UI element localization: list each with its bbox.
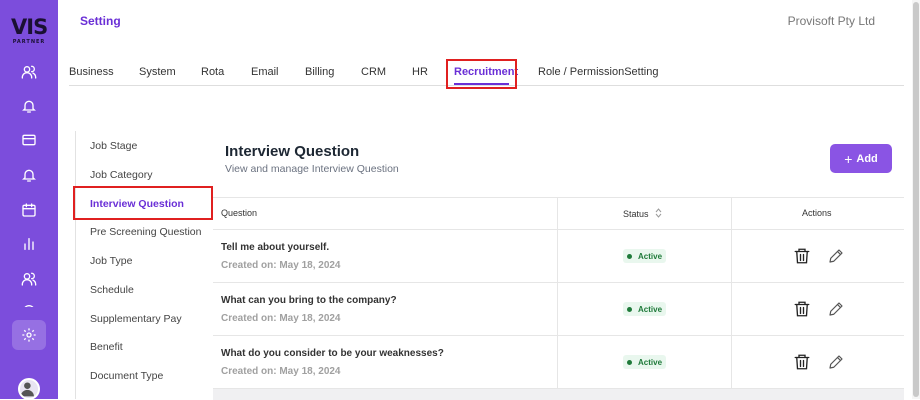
tab-billing[interactable]: Billing bbox=[305, 66, 334, 78]
sidebar: VIS PARTNER bbox=[0, 0, 58, 400]
user-avatar[interactable] bbox=[18, 378, 40, 400]
recruitment-tab-highlight bbox=[446, 59, 517, 89]
sidebar-users-icon[interactable] bbox=[17, 60, 41, 84]
sidebar-team-icon[interactable] bbox=[17, 267, 41, 291]
tab-business[interactable]: Business bbox=[69, 66, 114, 78]
header-question: Question bbox=[221, 208, 258, 218]
scrollbar-thumb[interactable] bbox=[913, 2, 919, 397]
menu-pre-screening-question[interactable]: Pre Screening Question bbox=[90, 226, 201, 238]
tab-hr[interactable]: HR bbox=[412, 66, 428, 78]
menu-job-category[interactable]: Job Category bbox=[90, 169, 152, 181]
interview-question-highlight bbox=[73, 186, 213, 220]
edit-pencil-icon[interactable] bbox=[827, 353, 845, 371]
status-label: Active bbox=[638, 304, 663, 314]
tab-crm[interactable]: CRM bbox=[361, 66, 386, 78]
sidebar-settings-gear-icon[interactable] bbox=[12, 320, 46, 350]
content-title: Interview Question bbox=[225, 143, 360, 160]
table-row: What do you consider to be your weakness… bbox=[213, 336, 904, 389]
question-created-date: Created on: May 18, 2024 bbox=[221, 313, 341, 324]
logo-subtext: PARTNER bbox=[12, 39, 46, 45]
page-scrollbar[interactable] bbox=[912, 0, 920, 399]
interview-question-table: Question Status Actions Tell me about yo… bbox=[213, 197, 904, 400]
plus-icon: + bbox=[844, 150, 853, 167]
status-badge: Active bbox=[623, 249, 667, 263]
sidebar-bar-chart-icon[interactable] bbox=[17, 232, 41, 256]
brand-logo[interactable]: VIS PARTNER bbox=[11, 15, 48, 46]
page-title: Setting bbox=[80, 14, 121, 28]
status-dot-icon bbox=[627, 253, 632, 259]
question-text: What can you bring to the company? bbox=[221, 295, 397, 306]
menu-document-type[interactable]: Document Type bbox=[90, 370, 163, 382]
sidebar-bell-icon[interactable] bbox=[17, 94, 41, 118]
question-text: Tell me about yourself. bbox=[221, 242, 330, 253]
table-row: Tell me about yourself. Created on: May … bbox=[213, 230, 904, 283]
status-label: Active bbox=[638, 251, 663, 261]
table-footer-strip bbox=[213, 389, 904, 400]
tab-role-permission[interactable]: Role / PermissionSetting bbox=[538, 66, 658, 78]
sidebar-calendar-icon[interactable] bbox=[17, 198, 41, 222]
delete-trash-icon[interactable] bbox=[793, 247, 811, 265]
status-badge: Active bbox=[623, 355, 667, 369]
menu-supplementary-pay[interactable]: Supplementary Pay bbox=[90, 313, 182, 325]
recruitment-submenu: Job Stage Job Category Interview Questio… bbox=[75, 131, 213, 399]
company-name: Provisoft Pty Ltd bbox=[787, 14, 875, 28]
menu-job-type[interactable]: Job Type bbox=[90, 255, 132, 267]
table-row: What can you bring to the company? Creat… bbox=[213, 283, 904, 336]
question-created-date: Created on: May 18, 2024 bbox=[221, 366, 341, 377]
status-dot-icon bbox=[627, 359, 632, 365]
question-text: What do you consider to be your weakness… bbox=[221, 348, 444, 359]
add-button-label: Add bbox=[856, 152, 878, 165]
add-button[interactable]: + Add bbox=[830, 144, 892, 173]
sort-icon[interactable] bbox=[655, 208, 662, 220]
table-header: Question Status Actions bbox=[213, 198, 904, 230]
header-status[interactable]: Status bbox=[623, 208, 662, 220]
tab-system[interactable]: System bbox=[139, 66, 176, 78]
header-actions: Actions bbox=[802, 208, 832, 218]
tab-email[interactable]: Email bbox=[251, 66, 279, 78]
tab-rota[interactable]: Rota bbox=[201, 66, 224, 78]
menu-schedule[interactable]: Schedule bbox=[90, 284, 134, 296]
content-subtitle: View and manage Interview Question bbox=[225, 163, 399, 175]
menu-benefit[interactable]: Benefit bbox=[90, 341, 123, 353]
delete-trash-icon[interactable] bbox=[793, 353, 811, 371]
logo-text: VIS bbox=[11, 15, 48, 39]
sidebar-credit-card-icon[interactable] bbox=[17, 128, 41, 152]
menu-job-stage[interactable]: Job Stage bbox=[90, 140, 137, 152]
sidebar-bell-icon-2[interactable] bbox=[17, 163, 41, 187]
sidebar-partial-icon[interactable] bbox=[17, 301, 41, 307]
header-status-label: Status bbox=[623, 209, 649, 219]
delete-trash-icon[interactable] bbox=[793, 300, 811, 318]
edit-pencil-icon[interactable] bbox=[827, 247, 845, 265]
status-badge: Active bbox=[623, 302, 667, 316]
edit-pencil-icon[interactable] bbox=[827, 300, 845, 318]
status-label: Active bbox=[638, 357, 663, 367]
question-created-date: Created on: May 18, 2024 bbox=[221, 260, 341, 271]
status-dot-icon bbox=[627, 306, 632, 312]
